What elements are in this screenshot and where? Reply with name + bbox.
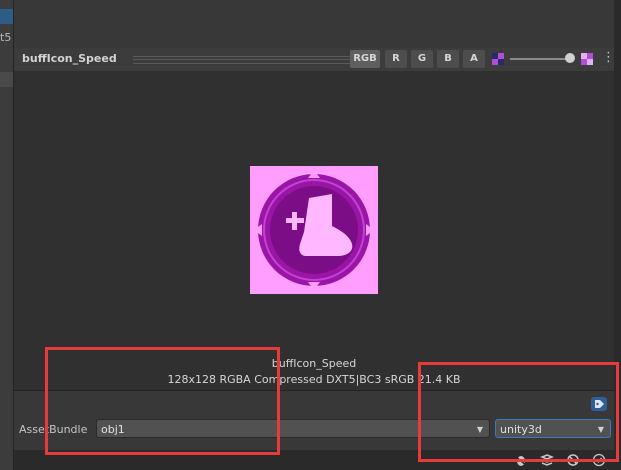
mipmap-icon-2 — [581, 53, 593, 65]
channel-r-button[interactable]: R — [385, 50, 407, 68]
hierarchy-text: t5 — [0, 31, 12, 44]
hierarchy-row[interactable] — [0, 72, 13, 87]
mipmap-icon — [492, 53, 504, 65]
mip-slider-knob[interactable] — [565, 53, 575, 63]
preview-title: buffIcon_Speed — [22, 52, 117, 65]
highlight-box-left — [45, 347, 280, 455]
inspector-top-area — [14, 0, 614, 49]
channel-g-button[interactable]: G — [411, 50, 433, 68]
preview-header: buffIcon_Speed RGB R G B A ⋮ — [14, 48, 615, 72]
mip-slider-track[interactable] — [510, 58, 572, 60]
channel-rgb-button[interactable]: RGB — [350, 50, 380, 68]
texture-image — [250, 166, 378, 294]
channel-a-button[interactable]: A — [463, 50, 485, 68]
channel-b-button[interactable]: B — [437, 50, 459, 68]
drag-handle[interactable] — [133, 56, 359, 64]
kebab-menu-icon[interactable]: ⋮ — [602, 50, 615, 68]
texture-preview-area: buffIcon_Speed 128x128 RGBA Compressed D… — [14, 71, 614, 390]
hierarchy-selected-row[interactable] — [0, 9, 13, 24]
highlight-box-right — [418, 362, 619, 462]
hierarchy-panel: t5 — [0, 0, 14, 470]
